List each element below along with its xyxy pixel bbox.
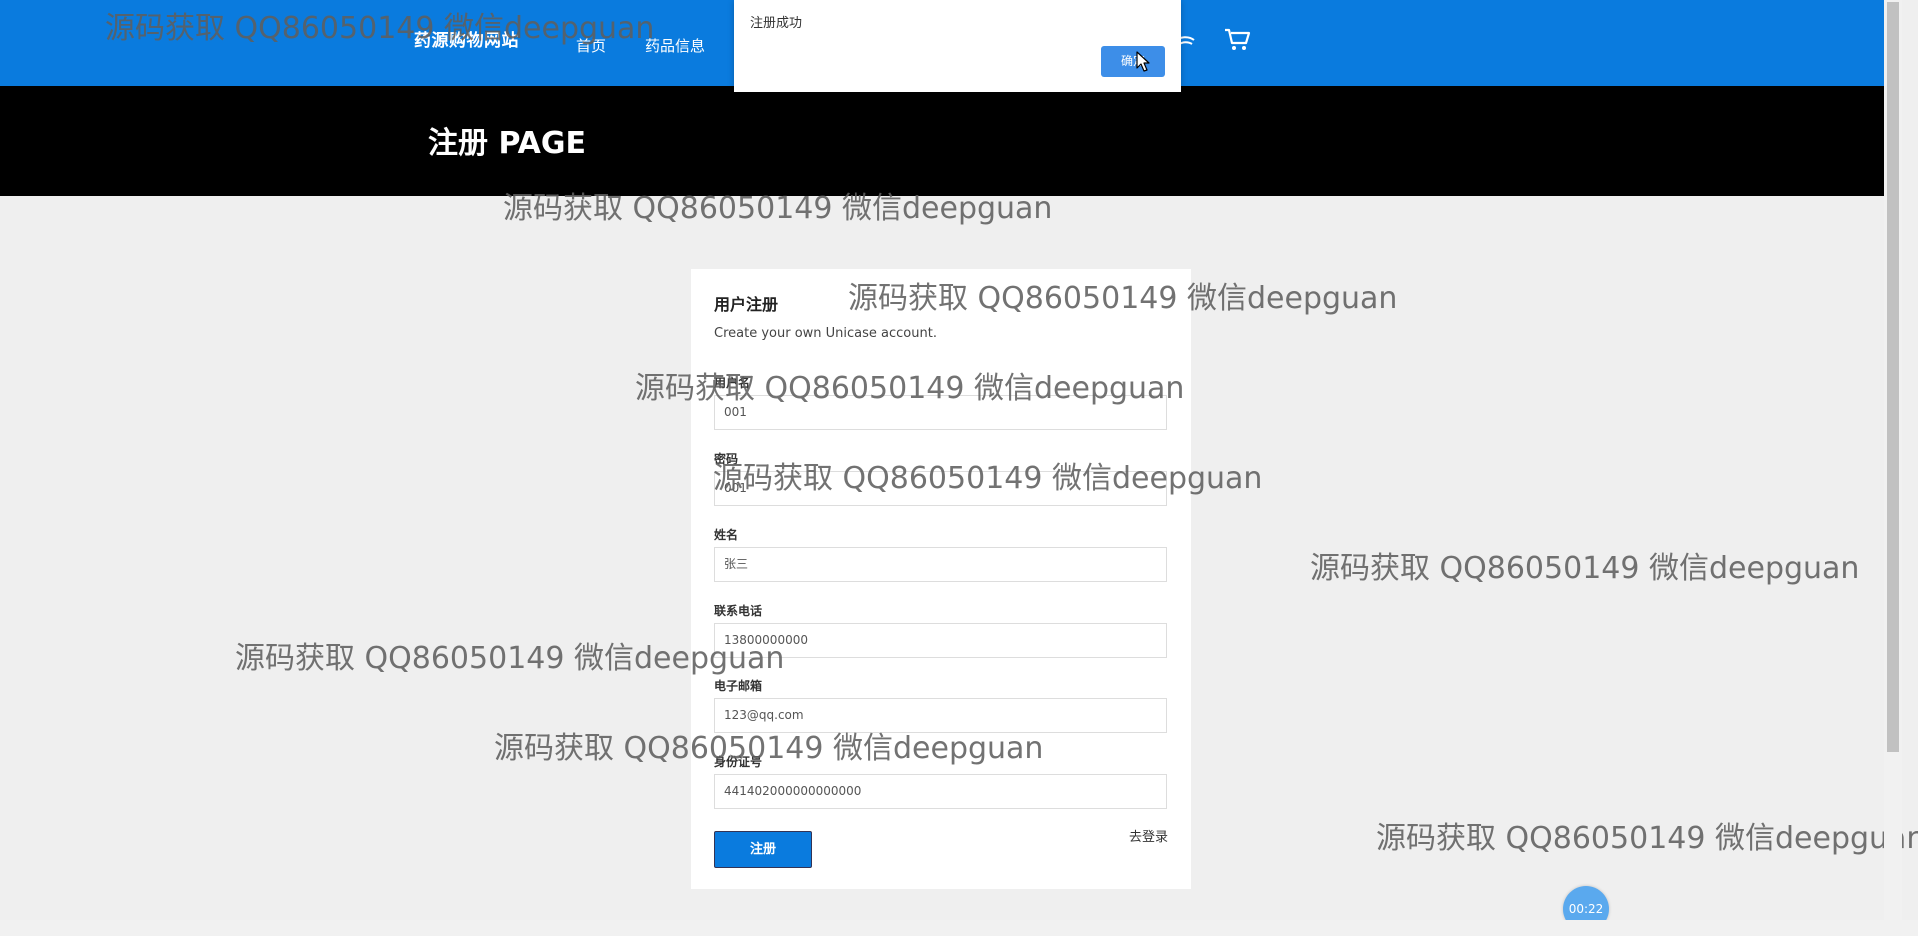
password-label: 密码 bbox=[714, 452, 739, 466]
password-field[interactable]: 001 bbox=[714, 471, 1167, 506]
phone-field[interactable]: 13800000000 bbox=[714, 623, 1167, 658]
horizontal-scrollbar[interactable] bbox=[0, 920, 1918, 936]
name-field[interactable]: 张三 bbox=[714, 547, 1167, 582]
email-label: 电子邮箱 bbox=[714, 679, 763, 693]
alert-dialog: 注册成功 确定 bbox=[734, 0, 1181, 92]
name-label: 姓名 bbox=[714, 528, 739, 542]
go-login-link[interactable]: 去登录 bbox=[1129, 826, 1168, 845]
idcard-label: 身份证号 bbox=[714, 755, 763, 769]
nav-home[interactable]: 首页 bbox=[576, 35, 606, 56]
site-brand[interactable]: 药源购物网站 bbox=[414, 26, 519, 51]
username-field[interactable]: 001 bbox=[714, 395, 1167, 430]
watermark: 源码获取 QQ86050149 微信deepguan bbox=[1310, 551, 1860, 586]
idcard-field[interactable]: 441402000000000000 bbox=[714, 774, 1167, 809]
register-card: 用户注册 Create your own Unicase account. 用户… bbox=[691, 269, 1191, 889]
cart-icon[interactable] bbox=[1222, 24, 1252, 54]
email-field[interactable]: 123@qq.com bbox=[714, 698, 1167, 733]
register-button[interactable]: 注册 bbox=[714, 831, 812, 868]
page-title: 注册 PAGE bbox=[428, 126, 587, 161]
username-label: 用户名 bbox=[714, 376, 751, 390]
scrollbar-thumb[interactable] bbox=[1887, 2, 1899, 752]
cursor-icon bbox=[1136, 51, 1150, 72]
vertical-scrollbar[interactable] bbox=[1884, 0, 1902, 920]
dialog-message: 注册成功 bbox=[750, 16, 803, 31]
form-subtitle: Create your own Unicase account. bbox=[714, 326, 937, 341]
phone-label: 联系电话 bbox=[714, 604, 763, 618]
nav-medicine-info[interactable]: 药品信息 bbox=[645, 35, 705, 56]
dialog-ok-button[interactable]: 确定 bbox=[1101, 46, 1165, 77]
form-title: 用户注册 bbox=[714, 295, 779, 314]
page-banner bbox=[0, 86, 1884, 196]
watermark: 源码获取 QQ86050149 微信deepguan bbox=[1376, 821, 1918, 856]
